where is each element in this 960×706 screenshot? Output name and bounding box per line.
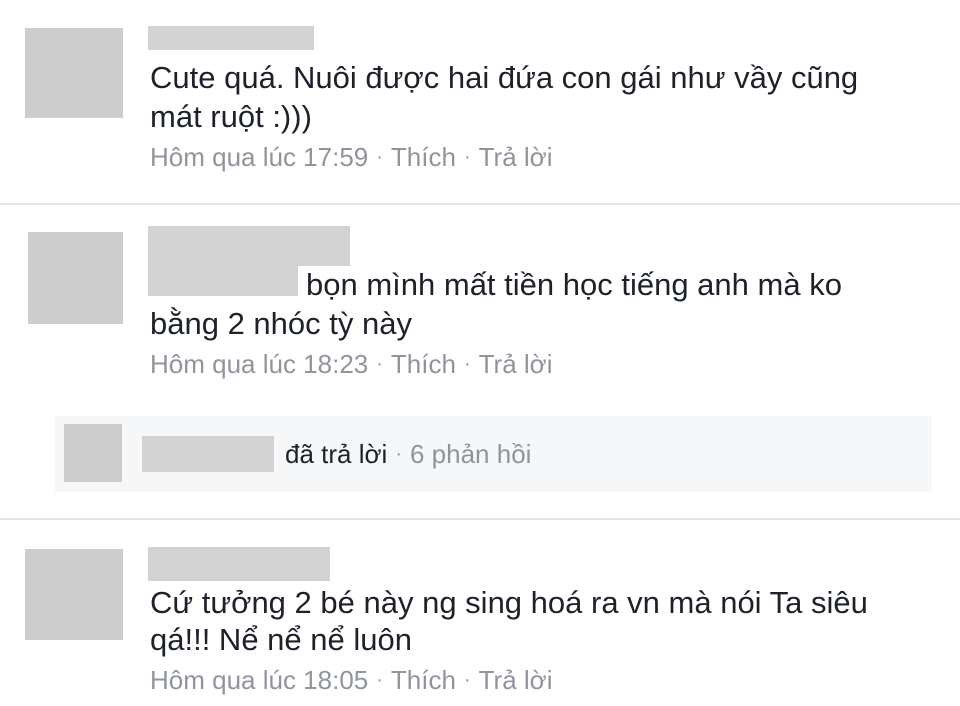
like-link[interactable]: Thích [391,665,456,695]
like-link[interactable]: Thích [391,142,456,172]
commenter-name-redacted[interactable] [148,266,298,296]
reply-link[interactable]: Trả lời [479,349,553,379]
comment-divider [0,518,960,520]
reply-action-text: đã trả lời [285,439,388,469]
separator-dot: · [376,669,383,691]
commenter-name-redacted[interactable] [148,26,314,50]
separator-dot: · [463,146,471,168]
avatar[interactable] [25,549,123,640]
comment-text-line: mát ruột :))) [150,99,312,134]
reply-summary-text: đã trả lời · 6 phản hồi [285,439,531,469]
reply-avatar[interactable] [64,424,122,482]
separator-dot: · [395,443,402,465]
commenter-name-redacted[interactable] [148,226,350,266]
comment-timestamp[interactable]: Hôm qua lúc 18:05 [150,665,368,695]
separator-dot: · [463,669,471,691]
comment-text-line: bằng 2 nhóc tỳ này [150,306,412,341]
comment-text-line: qá!!! Nể nể nể luôn [150,622,412,657]
comment-divider [0,203,960,205]
separator-dot: · [463,353,471,375]
comment-text-line: Cứ tưởng 2 bé này ng sing hoá ra vn mà n… [150,585,868,620]
commenter-name-redacted[interactable] [148,547,330,581]
reply-count-link[interactable]: 6 phản hồi [410,439,531,469]
comment-meta: Hôm qua lúc 17:59 · Thích · Trả lời [150,142,553,172]
comment-text-line: bọn mình mất tiền học tiếng anh mà ko [306,267,842,302]
like-link[interactable]: Thích [391,349,456,379]
comment-timestamp[interactable]: Hôm qua lúc 18:23 [150,349,368,379]
reply-link[interactable]: Trả lời [479,142,553,172]
avatar[interactable] [28,232,123,324]
reply-summary[interactable]: đã trả lời · 6 phản hồi [55,416,932,492]
comment-meta: Hôm qua lúc 18:05 · Thích · Trả lời [150,665,553,695]
replier-name-redacted[interactable] [142,436,274,472]
comment-meta: Hôm qua lúc 18:23 · Thích · Trả lời [150,349,553,379]
separator-dot: · [376,353,383,375]
separator-dot: · [376,146,383,168]
avatar[interactable] [25,28,123,118]
comment-timestamp[interactable]: Hôm qua lúc 17:59 [150,142,368,172]
reply-link[interactable]: Trả lời [479,665,553,695]
comment-text-line: Cute quá. Nuôi được hai đứa con gái như … [150,60,859,95]
